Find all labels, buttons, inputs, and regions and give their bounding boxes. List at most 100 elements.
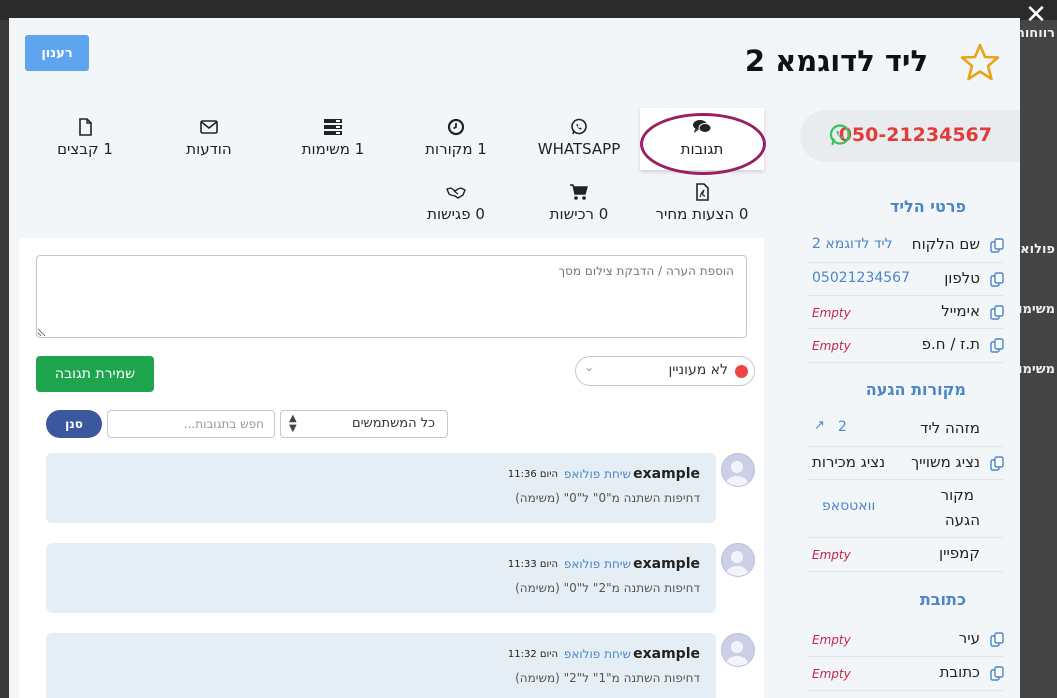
comment-author: example: [633, 646, 700, 662]
tab-tasks[interactable]: 1 משימות: [271, 108, 395, 170]
whatsapp-icon[interactable]: [828, 123, 852, 147]
detail-value[interactable]: Empty: [812, 633, 851, 647]
external-link-icon[interactable]: ↗: [814, 418, 825, 433]
detail-label: כתובת: [939, 663, 980, 681]
note-input[interactable]: [36, 255, 747, 338]
copy-icon[interactable]: [990, 272, 1004, 287]
detail-row-source: מקור הגעה וואטסאפ: [808, 480, 1004, 538]
clock-icon: [447, 118, 465, 136]
detail-label: טלפון: [944, 269, 980, 287]
comment-type[interactable]: שיחת פולואפ: [564, 467, 631, 481]
save-comment-button[interactable]: שמירת תגובה: [36, 356, 154, 392]
detail-row-customer-name: שם הלקוח ליד לדוגמא 2: [808, 229, 1004, 263]
detail-label: אימייל: [941, 302, 980, 320]
comment-body: דחיפות השתנה מ"2" ל"0" (משימה): [515, 581, 700, 595]
comment-type[interactable]: שיחת פולואפ: [564, 647, 631, 661]
phone-number[interactable]: 050-21234567: [839, 124, 992, 146]
section-title-lead: פרטי הליד: [889, 197, 966, 216]
avatar: [721, 633, 755, 667]
background-topbar: [0, 0, 1057, 20]
detail-value[interactable]: Empty: [812, 548, 851, 562]
sort-arrows-icon: ▲ ▼: [289, 413, 297, 434]
detail-value[interactable]: וואטסאפ: [822, 498, 875, 514]
filter-button[interactable]: סנן: [46, 410, 102, 438]
copy-icon[interactable]: [990, 338, 1004, 353]
comment-author: example: [633, 556, 700, 572]
copy-icon[interactable]: [990, 238, 1004, 253]
detail-label: הגעה: [944, 511, 980, 529]
phone-card: 050-21234567: [800, 110, 1020, 162]
search-comments-input[interactable]: [107, 410, 275, 438]
handshake-icon: [446, 187, 466, 199]
file-icon: [79, 118, 92, 136]
detail-value[interactable]: Empty: [812, 667, 851, 681]
detail-value[interactable]: נציג מכירות: [812, 453, 885, 471]
tab-purchases[interactable]: 0 רכישות: [517, 173, 641, 235]
detail-value[interactable]: Empty: [812, 339, 851, 353]
avatar: [721, 543, 755, 577]
detail-label: מקור: [940, 486, 974, 504]
detail-label: ת.ז / ח.פ: [921, 335, 980, 353]
comments-panel: שמירת תגובה לא מעוניין ⌄ כל המשתמשים ▲▼ …: [19, 238, 764, 698]
lead-modal: רענון ליד לדוגמא 2 050-21234567 תגובות W…: [9, 18, 1020, 698]
detail-label: קמפיין: [939, 544, 980, 562]
chat-icon: [693, 120, 712, 133]
tab-label: 0 הצעות מחיר: [655, 205, 749, 223]
chevron-down-icon: ⌄: [584, 360, 595, 374]
tab-label: 1 משימות: [301, 140, 365, 158]
tab-label: 1 מקורות: [425, 140, 487, 158]
detail-row-address: כתובת Empty: [808, 657, 1004, 691]
copy-icon[interactable]: [990, 305, 1004, 320]
detail-label: מזהה ליד: [920, 419, 980, 437]
comment-type[interactable]: שיחת פולואפ: [564, 557, 631, 571]
comment-body: דחיפות השתנה מ"0" ל"0" (משימה): [515, 491, 700, 505]
comment-author: example: [633, 466, 700, 482]
tab-messages[interactable]: הודעות: [147, 108, 271, 170]
detail-row-agent: נציג משוייך נציג מכירות: [808, 447, 1004, 480]
tab-files[interactable]: 1 קבצים: [23, 108, 147, 170]
avatar: [721, 453, 755, 487]
detail-row-email: אימייל Empty: [808, 296, 1004, 329]
detail-row-id: ת.ז / ח.פ Empty: [808, 329, 1004, 363]
users-filter-select[interactable]: כל המשתמשים ▲ ▼: [280, 410, 448, 438]
tab-comments[interactable]: תגובות: [640, 108, 764, 170]
comment-time: היום 11:33: [507, 559, 558, 570]
copy-icon[interactable]: [990, 632, 1004, 647]
tab-whatsapp[interactable]: WHATSAPP: [517, 108, 641, 170]
copy-icon[interactable]: [990, 666, 1004, 681]
section-title-address: כתובת: [919, 590, 966, 609]
background-peek: רווחות פולואו משימות משימות: [1009, 20, 1057, 698]
detail-value[interactable]: Empty: [812, 306, 851, 320]
tab-sources[interactable]: 1 מקורות: [394, 108, 518, 170]
detail-value[interactable]: 2: [838, 419, 847, 435]
detail-label: שם הלקוח: [911, 235, 980, 253]
whatsapp-icon: [571, 118, 587, 135]
status-dot: [735, 365, 748, 378]
peek-item: פולואו: [1015, 242, 1055, 257]
tab-quotes[interactable]: 0 הצעות מחיר: [640, 173, 764, 235]
users-filter-value: כל המשתמשים: [351, 416, 435, 431]
tasks-icon: [324, 119, 342, 135]
tab-label: הודעות: [186, 140, 232, 158]
comment-time: היום 11:36: [507, 469, 558, 480]
copy-icon[interactable]: [990, 456, 1004, 471]
tab-meetings[interactable]: 0 פגישות: [394, 173, 518, 235]
detail-label: עיר: [958, 629, 980, 647]
status-value: לא מעוניין: [668, 362, 728, 378]
close-modal-button[interactable]: ✕: [1021, 0, 1051, 30]
star-icon[interactable]: [960, 42, 1000, 82]
detail-row-lead-id: מזהה ליד 2 ↗: [808, 413, 1004, 447]
refresh-button[interactable]: רענון: [25, 35, 89, 71]
detail-row-campaign: קמפיין Empty: [808, 538, 1004, 572]
section-title-sources: מקורות הגעה: [865, 380, 966, 399]
detail-value[interactable]: ליד לדוגמא 2: [812, 236, 893, 252]
cart-icon: [570, 184, 588, 200]
pdf-icon: [696, 183, 709, 201]
status-select[interactable]: לא מעוניין ⌄: [575, 356, 755, 386]
tab-label: 1 קבצים: [57, 140, 113, 158]
tab-label: 0 פגישות: [427, 205, 485, 223]
lead-title: ליד לדוגמא 2: [744, 44, 928, 78]
comment-time: היום 11:32: [507, 649, 558, 660]
tab-label: 0 רכישות: [549, 205, 609, 223]
detail-value[interactable]: 05021234567: [812, 270, 910, 286]
